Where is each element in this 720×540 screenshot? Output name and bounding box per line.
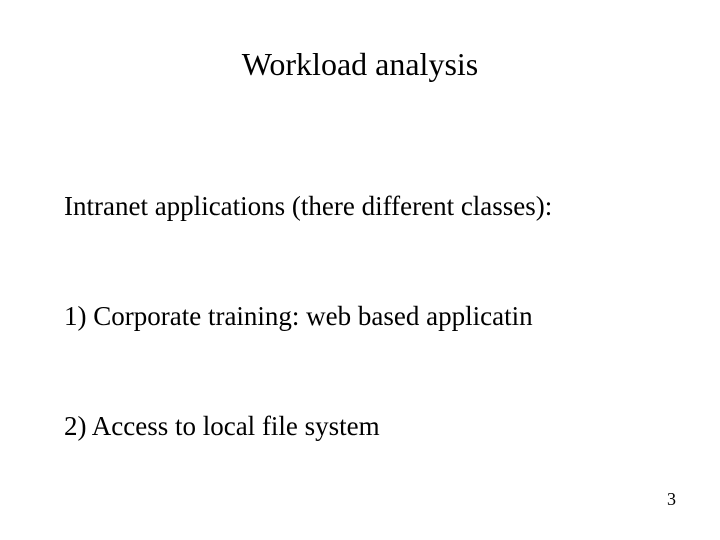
intro-text: Intranet applications (there different c…	[64, 190, 660, 224]
page-number: 3	[667, 489, 676, 510]
slide-title: Workload analysis	[0, 46, 720, 83]
list-item: 2) Access to local file system	[64, 410, 660, 444]
list-item: 1) Corporate training: web based applica…	[64, 300, 660, 334]
slide: Workload analysis Intranet applications …	[0, 0, 720, 540]
